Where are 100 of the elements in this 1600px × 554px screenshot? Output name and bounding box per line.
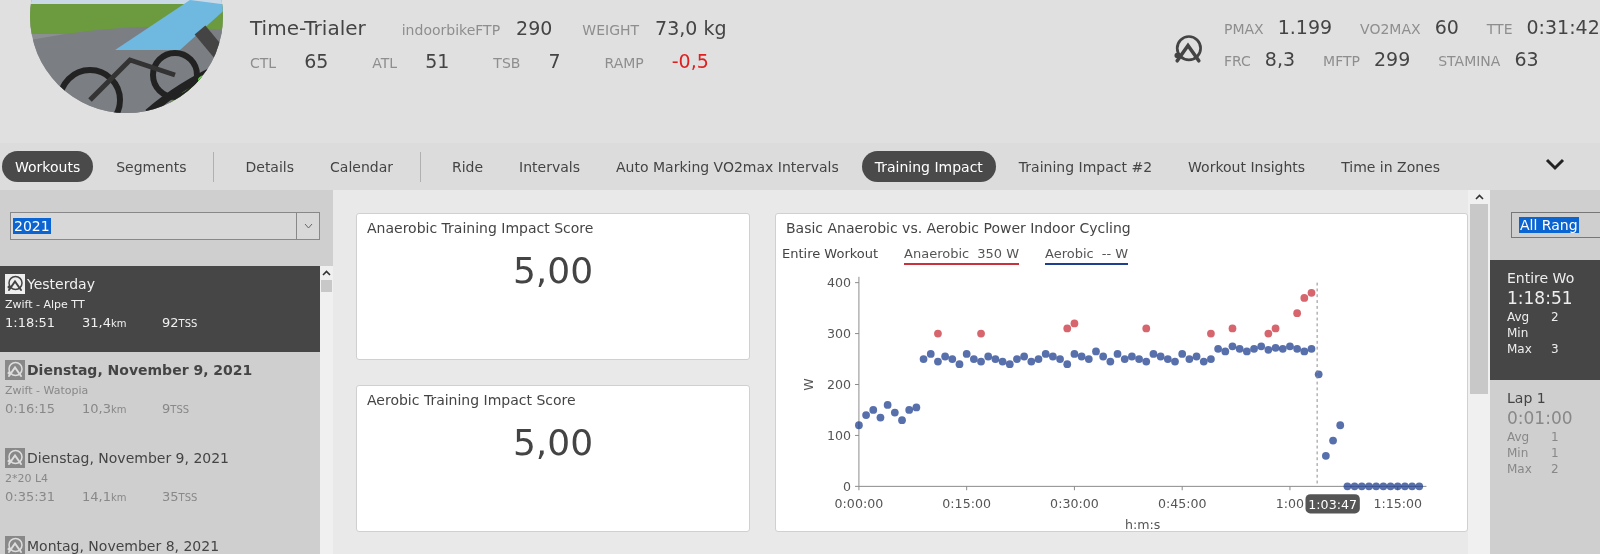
data-point xyxy=(1271,343,1280,352)
data-point xyxy=(1307,344,1316,353)
scrollbar-thumb[interactable] xyxy=(1470,204,1488,394)
axis-label: 0:45:00 xyxy=(1157,495,1207,511)
range-dropdown[interactable]: All Rang xyxy=(1511,212,1600,238)
score-value: 5,00 xyxy=(512,422,594,463)
data-point xyxy=(1278,344,1287,353)
data-point xyxy=(1350,482,1359,491)
data-point xyxy=(1106,357,1115,366)
tab[interactable]: Training Impact xyxy=(861,151,996,182)
data-point xyxy=(1264,329,1273,338)
stat-label: CTL xyxy=(250,55,277,71)
tab[interactable]: Workout Insights xyxy=(1175,151,1319,182)
data-point xyxy=(1307,288,1316,297)
tab[interactable]: Training Impact #2 xyxy=(1005,151,1166,182)
data-point xyxy=(1199,357,1208,366)
stat-label: RAMP xyxy=(604,55,644,71)
data-point xyxy=(1142,357,1151,366)
workout-distance: 10,3km xyxy=(82,401,128,416)
axis-label: 0:30:00 xyxy=(1050,495,1099,511)
legend-link[interactable]: Aerobic -- W xyxy=(1045,246,1129,265)
stat-label: TTE xyxy=(1486,21,1513,37)
axis-label: 0 xyxy=(843,479,852,495)
workout-duration: 0:35:31 xyxy=(5,489,57,504)
data-point xyxy=(1329,436,1337,445)
stat-value: 0:31:42 xyxy=(1526,16,1600,38)
tab[interactable]: Details xyxy=(232,151,308,182)
data-point xyxy=(984,352,993,361)
workout-distance: 14,1km xyxy=(82,489,128,504)
card-title: Anaerobic Training Impact Score xyxy=(367,220,595,236)
data-point xyxy=(977,329,985,338)
axis-title: h:m:s xyxy=(1125,517,1161,531)
data-point xyxy=(1300,347,1309,356)
data-point xyxy=(855,421,863,430)
tab[interactable]: Intervals xyxy=(506,151,594,182)
lap-title: Entire Wo xyxy=(1507,270,1576,286)
legend-link[interactable]: Anaerobic 350 W xyxy=(904,246,1020,265)
cursor-label: 1:03:47 xyxy=(1305,494,1360,514)
workout-title: Dienstag, November 9, 2021 xyxy=(27,362,253,378)
stat-label: TSB xyxy=(493,55,521,71)
scroll-up-icon[interactable] xyxy=(322,270,331,276)
logo-icon xyxy=(5,274,25,294)
axis-label: 1:00 xyxy=(1275,495,1305,511)
workout-tss: 9TSS xyxy=(162,401,191,416)
scrollbar-thumb[interactable] xyxy=(321,280,332,292)
data-point xyxy=(1386,482,1395,491)
card-title: Basic Anaerobic vs. Aerobic Power Indoor Cycling xyxy=(786,220,1132,236)
tab[interactable]: Ride xyxy=(439,151,497,182)
tab[interactable]: Auto Marking VO2max Intervals xyxy=(603,151,852,182)
data-point xyxy=(1228,342,1237,351)
stat-value: 299 xyxy=(1373,48,1411,70)
data-point xyxy=(1142,324,1151,333)
workout-item[interactable]: Yesterday Zwift - Alpe TT 1:18:51 31,4km 92TSS xyxy=(0,266,320,352)
data-point xyxy=(1293,309,1301,318)
lap-item[interactable]: Entire Wo 1:18:51 Avg 2 Min Max 3 xyxy=(1490,260,1600,380)
data-point xyxy=(1393,482,1402,491)
data-point xyxy=(1228,324,1237,333)
lap-stat-label: Avg xyxy=(1507,430,1531,444)
stat-label: STAMINA xyxy=(1438,53,1501,69)
tab[interactable]: Calendar xyxy=(317,151,406,182)
score-value: 5,00 xyxy=(512,250,594,291)
data-point xyxy=(1192,352,1201,361)
tab[interactable]: Time in Zones xyxy=(1328,151,1453,182)
axis-label: 100 xyxy=(827,428,852,444)
stat-value: 8,3 xyxy=(1264,48,1296,70)
data-point xyxy=(1357,482,1366,491)
data-point xyxy=(1156,352,1165,361)
tab[interactable]: Segments xyxy=(103,151,200,182)
axis-title: W xyxy=(801,378,817,391)
logo-icon xyxy=(5,448,25,468)
workout-item[interactable]: Dienstag, November 9, 2021 2*20 L4 0:35:31 14,1km 35TSS xyxy=(0,440,320,528)
workout-name: Zwift - Alpe TT xyxy=(5,298,86,311)
scroll-up-icon[interactable] xyxy=(1474,194,1484,200)
workout-item[interactable]: Montag, November 8, 2021 xyxy=(0,528,320,554)
stat-label: ATL xyxy=(372,55,398,71)
stat-value: 73,0 kg xyxy=(655,17,727,39)
data-point xyxy=(1372,482,1381,491)
stat-value: 63 xyxy=(1514,48,1539,70)
data-point xyxy=(1077,352,1086,361)
stat-value: 60 xyxy=(1434,16,1459,38)
data-point xyxy=(1221,347,1230,356)
workout-item[interactable]: Dienstag, November 9, 2021 Zwift - Watopia 0:16:15 10,3km 9TSS xyxy=(0,352,320,440)
data-point xyxy=(1070,319,1079,328)
tab[interactable]: Workouts xyxy=(2,151,94,182)
lap-stat-label: Max xyxy=(1507,462,1533,476)
workout-duration: 0:16:15 xyxy=(5,401,57,416)
stat-value: 51 xyxy=(425,50,450,72)
filter-link[interactable]: Entire Workout xyxy=(782,246,879,265)
axis-label: 0:00:00 xyxy=(834,495,884,511)
stat-label: WEIGHT xyxy=(582,22,640,38)
workout-tss: 92TSS xyxy=(162,315,199,330)
chevron-down-icon[interactable] xyxy=(1545,157,1565,171)
data-point xyxy=(934,329,942,338)
workout-name: Zwift - Watopia xyxy=(5,384,90,397)
lap-item[interactable]: Lap 1 0:01:00 Avg 1 Min 1 Max 2 xyxy=(1490,380,1600,500)
workout-tss: 35TSS xyxy=(162,489,199,504)
lap-stat-value: 1 xyxy=(1551,430,1559,444)
year-dropdown[interactable]: 2021 xyxy=(10,212,320,240)
workout-title: Dienstag, November 9, 2021 xyxy=(27,450,230,466)
data-point xyxy=(1099,352,1108,361)
